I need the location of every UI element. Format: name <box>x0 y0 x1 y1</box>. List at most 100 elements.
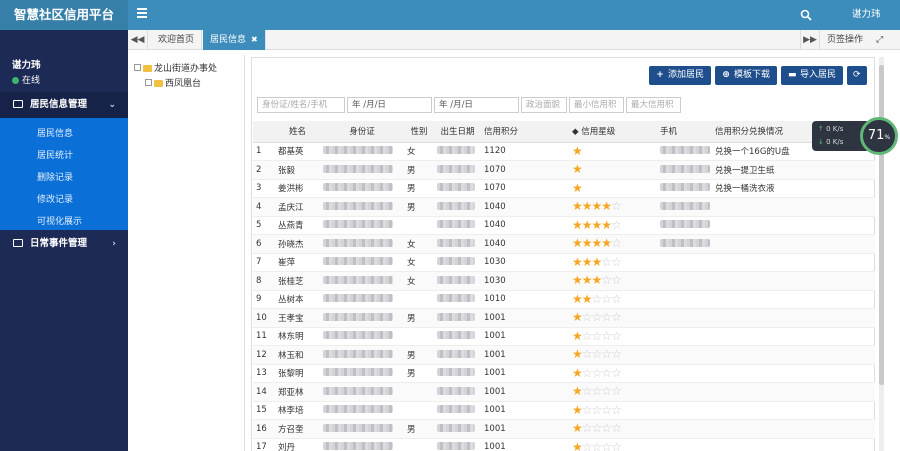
credit-exchange <box>712 327 875 346</box>
table-row[interactable]: 11 林东明 1001 ★☆☆☆☆ <box>253 327 875 346</box>
sidebar-item-resident-info[interactable]: 居民信息 <box>37 126 73 139</box>
column-header[interactable]: 身份证 <box>320 121 404 143</box>
sidebar-item-edit-records[interactable]: 修改记录 <box>37 192 73 205</box>
star-empty-icon: ☆ <box>591 439 603 451</box>
credit-stars: ★☆☆☆☆ <box>569 419 657 439</box>
template-download-button[interactable]: ⊕ 模板下载 <box>715 66 778 85</box>
chevron-down-icon: ⌄ <box>108 100 116 110</box>
end-date-input[interactable]: 年 /月/日 <box>434 97 519 113</box>
sidebar-item-delete-records[interactable]: 删除记录 <box>37 170 73 183</box>
search-icon[interactable] <box>800 9 812 21</box>
column-header[interactable]: 出生日期 <box>434 121 481 143</box>
row-number: 10 <box>253 308 275 328</box>
birth-date-redacted <box>434 234 481 254</box>
table-row[interactable]: 15 林李培 1001 ★☆☆☆☆ <box>253 401 875 420</box>
table-row[interactable]: 4 孟庆江男 1040 ★★★★☆ <box>253 197 875 217</box>
table-row[interactable]: 9 丛树本 1010 ★★☆☆☆ <box>253 290 875 309</box>
tab-operations-button[interactable]: 页签操作 <box>827 30 863 50</box>
expand-icon[interactable] <box>145 79 152 86</box>
id-card-redacted <box>320 438 404 451</box>
max-credit-input[interactable]: 最大信用积 <box>626 97 681 113</box>
table-row[interactable]: 1 都基英女 1120 ★ 兑换一个16G的U盘 <box>253 142 875 161</box>
star-empty-icon: ☆ <box>581 328 593 343</box>
redacted-text <box>437 331 475 340</box>
tree-label: 西凤凰台 <box>165 79 202 89</box>
tree-node-root[interactable]: 龙山街道办事处 <box>134 61 217 74</box>
fullscreen-icon[interactable]: ⤢ <box>876 30 883 50</box>
table-row[interactable]: 3 姜洪彬 男 1070 ★ 兑换一桶洗衣液 <box>253 179 875 198</box>
phone-redacted <box>657 345 712 365</box>
start-date-input[interactable]: 年 /月/日 <box>347 97 432 113</box>
credit-score: 1001 <box>481 438 569 451</box>
min-credit-input[interactable]: 最小信用积 <box>569 97 624 113</box>
row-number: 6 <box>253 234 275 254</box>
add-resident-button[interactable]: + 添加居民 <box>649 66 712 85</box>
search-input[interactable]: 身份证/姓名/手机 <box>257 97 345 113</box>
redacted-text <box>323 405 393 414</box>
credit-score: 1040 <box>481 197 569 217</box>
birth-date-redacted <box>434 382 481 402</box>
credit-stars: ★★★★☆ <box>569 234 657 254</box>
refresh-button[interactable]: ⟳ <box>847 66 867 85</box>
hamburger-menu-icon[interactable] <box>137 8 147 20</box>
table-row[interactable]: 6 孙晓杰女 1040 ★★★★☆ <box>253 234 875 254</box>
scrollbar-thumb[interactable] <box>879 65 884 385</box>
credit-stars: ★★★★☆ <box>569 197 657 217</box>
collapse-icon[interactable] <box>134 64 141 71</box>
row-number: 8 <box>253 271 275 291</box>
tab-scroll-left-icon[interactable]: ◀◀ <box>128 30 148 50</box>
close-icon[interactable]: ✖ <box>251 35 258 44</box>
star-empty-icon: ☆ <box>611 291 622 306</box>
column-header-sortable[interactable]: ◆ 信用星级 <box>569 121 657 143</box>
import-resident-button[interactable]: ▬ 导入居民 <box>781 66 844 85</box>
tab-welcome[interactable]: 欢迎首页 <box>151 30 203 50</box>
star-empty-icon: ☆ <box>611 421 622 436</box>
star-rating: ★★★☆☆ <box>572 273 622 287</box>
tree-node-child[interactable]: 西凤凰台 <box>145 76 201 89</box>
tab-label: 居民信息 <box>210 35 247 45</box>
table-row[interactable]: 17 刘丹 1001 ★☆☆☆☆ <box>253 438 875 451</box>
row-number: 17 <box>253 438 275 451</box>
redacted-text <box>437 368 475 377</box>
tab-scroll-right-icon[interactable]: ▶▶ <box>800 30 820 50</box>
credit-exchange <box>712 253 875 272</box>
table-row[interactable]: 2 张毅 男 1070 ★ 兑换一提卫生纸 <box>253 160 875 180</box>
redacted-text <box>437 275 475 284</box>
birth-date-redacted <box>434 197 481 217</box>
id-card-redacted <box>320 142 404 161</box>
column-header[interactable]: 手机 <box>657 121 712 143</box>
column-header[interactable]: 姓名 <box>275 121 320 143</box>
politics-select[interactable]: 政治面貌 <box>521 97 567 113</box>
network-widget[interactable]: ↑ 0 K/s ↓ 0 K/s 71% <box>812 117 898 155</box>
id-card-redacted <box>320 290 404 309</box>
table-row[interactable]: 8 张桂芝女 1030 ★★★☆☆ <box>253 271 875 291</box>
table-row[interactable]: 13 张黎明男 1001 ★☆☆☆☆ <box>253 364 875 383</box>
star-empty-icon: ☆ <box>591 347 603 362</box>
sidebar-menu-resident-management[interactable]: 居民信息管理 ⌄ <box>0 92 128 118</box>
sort-icon[interactable]: ◆ <box>572 127 579 137</box>
app-title[interactable]: 智慧社区信用平台 <box>0 0 128 30</box>
gender: 男 <box>404 364 434 383</box>
table-row[interactable]: 5 丛燕青 1040 ★★★★☆ <box>253 216 875 235</box>
sidebar-item-visualization[interactable]: 可视化展示 <box>37 214 82 227</box>
star-filled-icon: ★ <box>572 217 583 232</box>
star-empty-icon: ☆ <box>601 291 612 306</box>
redacted-text <box>323 386 393 395</box>
table-row[interactable]: 10 王孝宝男 1001 ★☆☆☆☆ <box>253 308 875 328</box>
id-card-redacted <box>320 345 404 365</box>
tab-resident-info[interactable]: 居民信息 ✖ <box>203 30 266 50</box>
table-row[interactable]: 12 林玉和男 1001 ★☆☆☆☆ <box>253 345 875 365</box>
top-user-name[interactable]: 谌力玮 <box>852 0 881 30</box>
table-row[interactable]: 16 方召奎男 1001 ★☆☆☆☆ <box>253 419 875 439</box>
column-header[interactable]: 信用积分 <box>481 121 569 143</box>
table-row[interactable]: 7 崔萍女 1030 ★★★☆☆ <box>253 253 875 272</box>
sidebar-item-resident-stats[interactable]: 居民统计 <box>37 148 73 161</box>
star-empty-icon: ☆ <box>591 291 603 306</box>
sidebar-menu-daily-events[interactable]: 日常事件管理 › <box>0 231 128 257</box>
redacted-text <box>323 238 393 247</box>
column-header[interactable]: 性别 <box>404 121 434 143</box>
credit-exchange: 兑换一桶洗衣液 <box>712 179 875 198</box>
gender: 男 <box>404 419 434 439</box>
table-row[interactable]: 14 郑亚林 1001 ★☆☆☆☆ <box>253 382 875 402</box>
star-rating: ★ <box>572 181 583 195</box>
